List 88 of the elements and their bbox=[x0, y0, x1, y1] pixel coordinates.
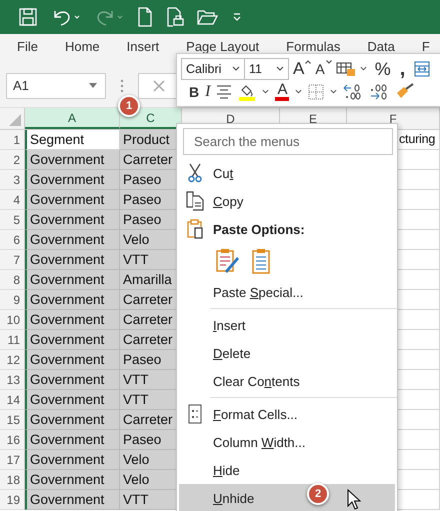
decrease-decimal-icon[interactable] bbox=[369, 84, 390, 100]
wrap-text-icon[interactable] bbox=[414, 60, 430, 76]
row-header[interactable]: 19 bbox=[0, 490, 25, 510]
grip-icon bbox=[120, 78, 124, 92]
row-header[interactable]: 16 bbox=[0, 430, 25, 450]
font-size-dropdown[interactable]: 11 bbox=[244, 58, 289, 80]
row-header[interactable]: 18 bbox=[0, 470, 25, 490]
clipboard-icon bbox=[186, 219, 204, 239]
table-cell: Government bbox=[25, 410, 120, 430]
table-cell: Government bbox=[25, 270, 120, 290]
align-center-icon[interactable] bbox=[216, 84, 232, 98]
table-cell: Government bbox=[25, 390, 120, 410]
row-header[interactable]: 5 bbox=[0, 210, 25, 230]
table-format-icon[interactable] bbox=[336, 60, 356, 76]
scissors-icon bbox=[188, 163, 202, 183]
new-document-icon[interactable] bbox=[137, 7, 153, 27]
copy-icon bbox=[185, 191, 205, 211]
row-header[interactable]: 3 bbox=[0, 170, 25, 190]
row-header[interactable]: 9 bbox=[0, 290, 25, 310]
chevron-icon[interactable] bbox=[232, 66, 240, 71]
row-header[interactable]: 17 bbox=[0, 450, 25, 470]
menu-heading: Paste Options: bbox=[213, 222, 305, 236]
search-field[interactable]: Search the menus bbox=[183, 128, 393, 155]
name-box[interactable]: A1 bbox=[6, 72, 106, 98]
percent-button[interactable]: % bbox=[374, 60, 391, 78]
format-cells-icon bbox=[188, 404, 202, 424]
row-header[interactable]: 14 bbox=[0, 390, 25, 410]
table-cell: Government bbox=[25, 430, 120, 450]
table-cell: Segment bbox=[25, 130, 120, 150]
table-cell: Government bbox=[25, 310, 120, 330]
table-cell: Government bbox=[25, 290, 120, 310]
row-header[interactable]: 6 bbox=[0, 230, 25, 250]
caret-icon[interactable] bbox=[262, 89, 270, 94]
bold-button[interactable]: B bbox=[189, 82, 200, 100]
row-header[interactable]: 7 bbox=[0, 250, 25, 270]
table-cell: Government bbox=[25, 150, 120, 170]
increase-decimal-icon[interactable] bbox=[343, 84, 364, 100]
table-cell: Government bbox=[25, 490, 120, 510]
ribbon-tab[interactable]: Data bbox=[367, 39, 395, 55]
shrink-font-button[interactable]: A bbox=[315, 60, 332, 78]
table-cell: Government bbox=[25, 470, 120, 490]
caret-icon[interactable] bbox=[330, 89, 338, 94]
ribbon-tab[interactable]: Formulas bbox=[286, 39, 340, 55]
caret-icon[interactable] bbox=[295, 89, 302, 94]
table-cell: Government bbox=[25, 170, 120, 190]
row-header[interactable]: 8 bbox=[0, 270, 25, 290]
row-header[interactable]: 15 bbox=[0, 410, 25, 430]
paste-with-brush-icon[interactable] bbox=[215, 246, 241, 274]
row-header[interactable]: 12 bbox=[0, 350, 25, 370]
row-header[interactable]: 1 bbox=[0, 130, 25, 150]
format-painter-icon[interactable] bbox=[395, 82, 416, 100]
column-header[interactable]: A bbox=[25, 108, 120, 129]
font-color-button[interactable]: A bbox=[275, 82, 290, 100]
table-cell: Government bbox=[25, 450, 120, 470]
ribbon-tab[interactable]: F bbox=[422, 39, 430, 55]
font-dropdown[interactable]: Calibri bbox=[181, 58, 245, 80]
row-header[interactable]: 13 bbox=[0, 370, 25, 390]
mouse-pointer-icon bbox=[347, 489, 361, 511]
table-cell: Government bbox=[25, 210, 120, 230]
ribbon-tab[interactable]: Page Layout bbox=[186, 39, 260, 55]
comma-style-button[interactable]: , bbox=[400, 60, 406, 78]
table-cell: Government bbox=[25, 330, 120, 350]
up-caret-icon bbox=[305, 60, 312, 64]
ribbon-tab[interactable]: Home bbox=[64, 39, 100, 55]
table-cell: Government bbox=[25, 350, 120, 370]
ribbon-tab[interactable]: Insert bbox=[126, 39, 160, 55]
fill-color-icon[interactable] bbox=[238, 82, 256, 100]
down-caret-icon bbox=[326, 60, 332, 64]
paste-icon[interactable] bbox=[251, 246, 273, 274]
chevron-icon[interactable] bbox=[276, 66, 284, 71]
table-cell: Government bbox=[25, 370, 120, 390]
borders-icon[interactable] bbox=[308, 84, 324, 100]
save-icon[interactable] bbox=[18, 7, 38, 27]
print-preview-icon[interactable] bbox=[166, 7, 184, 27]
ribbon-tab[interactable]: File bbox=[17, 39, 38, 55]
dropdown-arrow-icon[interactable] bbox=[89, 83, 97, 88]
row-header[interactable]: 2 bbox=[0, 150, 25, 170]
table-cell: Government bbox=[25, 230, 120, 250]
grow-font-button[interactable]: A bbox=[293, 60, 312, 78]
row-header[interactable]: 10 bbox=[0, 310, 25, 330]
caret-icon[interactable] bbox=[360, 66, 367, 71]
table-cell: Government bbox=[25, 250, 120, 270]
table-cell: Government bbox=[25, 190, 120, 210]
row-header[interactable]: 11 bbox=[0, 330, 25, 350]
italic-button[interactable]: I bbox=[205, 82, 210, 100]
folder-icon[interactable] bbox=[197, 8, 219, 26]
customize-icon[interactable] bbox=[232, 12, 242, 22]
row-header[interactable]: 4 bbox=[0, 190, 25, 210]
